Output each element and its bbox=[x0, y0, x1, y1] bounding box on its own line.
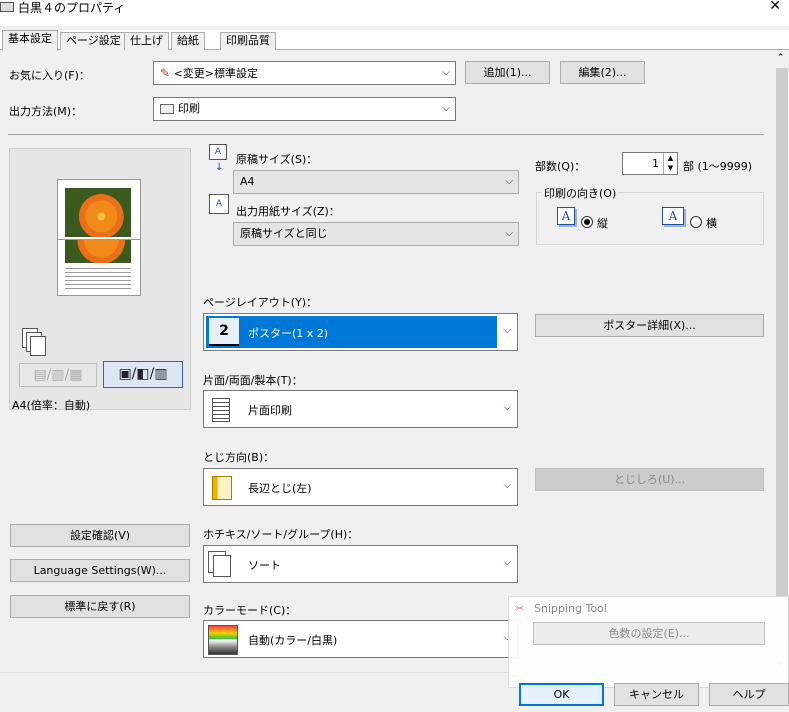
ok-button[interactable]: OK bbox=[519, 683, 604, 706]
chevron-down-icon: ⌵ bbox=[503, 557, 511, 568]
preview-photo-bottom bbox=[65, 240, 131, 263]
portrait-radio[interactable] bbox=[581, 216, 593, 228]
color-auto-icon bbox=[208, 625, 238, 655]
close-icon[interactable]: ✕ bbox=[769, 0, 781, 14]
tab-paper-feed[interactable]: 給紙 bbox=[171, 32, 205, 50]
color-mode-select[interactable]: 自動(カラー/白黒) ⌵ bbox=[203, 620, 518, 658]
scroll-up-icon[interactable]: ⌃ bbox=[777, 53, 785, 63]
landscape-radio[interactable] bbox=[690, 216, 702, 228]
poster-layout-icon: 2 bbox=[209, 318, 239, 346]
help-button[interactable]: ヘルプ bbox=[709, 683, 789, 706]
page-layout-value: ポスター(1 x 2) bbox=[248, 327, 329, 340]
landscape-label: 横 bbox=[706, 217, 717, 230]
landscape-icon: A bbox=[662, 207, 684, 225]
paper-size-value: 原稿サイズと同じ bbox=[240, 227, 328, 240]
orientation-label: 印刷の向き(O) bbox=[542, 185, 619, 201]
add-favorite-button[interactable]: 追加(1)... bbox=[465, 61, 550, 84]
preview-photo-top bbox=[65, 188, 131, 237]
output-paper-icon: A bbox=[209, 194, 229, 214]
language-settings-button[interactable]: Language Settings(W)... bbox=[10, 559, 190, 582]
page-layout-highlight: 2 ポスター(1 x 2) bbox=[206, 316, 497, 348]
chevron-down-icon: ⌵ bbox=[503, 325, 511, 336]
color-count-button[interactable]: 色数の設定(E)... bbox=[533, 622, 765, 645]
tab-print-quality[interactable]: 印刷品質 bbox=[220, 32, 276, 50]
color-mode-value: 自動(カラー/白黒) bbox=[248, 634, 338, 647]
finishing-label: ホチキス/ソート/グループ(H)： bbox=[203, 528, 359, 541]
copies-label: 部数(Q)： bbox=[535, 160, 586, 173]
duplex-select[interactable]: 片面印刷 ⌵ bbox=[203, 390, 518, 428]
paper-size-select[interactable]: 原稿サイズと同じ ⌵ bbox=[233, 222, 519, 246]
binding-label: とじ方向(B)： bbox=[203, 451, 275, 464]
color-mode-icons[interactable]: ▣/◧/▥ bbox=[103, 361, 183, 388]
page-layout-label: ページレイアウト(Y)： bbox=[203, 296, 318, 309]
window-title: 白黒４のプロパティ bbox=[18, 1, 126, 15]
snipping-tool-icon: ✂ bbox=[515, 602, 525, 615]
tab-finishing[interactable]: 仕上げ bbox=[124, 32, 169, 50]
spin-arrows-icon[interactable]: ▲ ▼ bbox=[663, 153, 677, 174]
snipping-tool-overlay: ✂ Snipping Tool 色数の設定(E)... bbox=[508, 596, 789, 688]
binding-value: 長辺とじ(左) bbox=[248, 482, 312, 495]
tab-bar: 基本設定 ページ設定 仕上げ 給紙 印刷品質 bbox=[0, 30, 789, 51]
preview-text-lines bbox=[65, 265, 131, 291]
separator bbox=[8, 134, 764, 135]
pencil-icon: ✎ bbox=[160, 66, 171, 80]
cancel-button[interactable]: キャンセル bbox=[614, 683, 699, 706]
tab-page-setup[interactable]: ページ設定 bbox=[60, 32, 127, 50]
original-size-value: A4 bbox=[240, 175, 255, 188]
long-edge-binding-icon bbox=[212, 476, 232, 500]
reset-default-button[interactable]: 標準に戻す(R) bbox=[10, 595, 190, 618]
snipping-tool-title: Snipping Tool bbox=[534, 602, 607, 615]
chevron-down-icon: ⌵ bbox=[503, 480, 511, 491]
confirm-settings-button[interactable]: 設定確認(V) bbox=[10, 524, 190, 547]
single-side-icon bbox=[212, 398, 230, 422]
chevron-down-icon: ⌵ bbox=[503, 402, 511, 413]
original-size-icon: A ↓ bbox=[209, 144, 229, 174]
original-size-label: 原稿サイズ(S)： bbox=[236, 153, 318, 166]
copies-value: 1 bbox=[652, 157, 659, 170]
output-method-value: 印刷 bbox=[178, 102, 200, 115]
favorites-label: お気に入り(F)： bbox=[9, 69, 90, 82]
chevron-down-icon: ⌵ bbox=[442, 103, 450, 114]
poster-detail-button[interactable]: ポスター詳細(X)... bbox=[535, 314, 764, 337]
color-mode-label: カラーモード(C)： bbox=[203, 604, 297, 617]
copies-stepper[interactable]: 1 ▲ ▼ bbox=[622, 152, 678, 175]
finishing-value: ソート bbox=[248, 559, 281, 572]
paper-size-label: 出力用紙サイズ(Z)： bbox=[236, 205, 340, 218]
printer-icon bbox=[0, 2, 14, 12]
original-size-select[interactable]: A4 ⌵ bbox=[233, 170, 519, 194]
favorites-value: <変更>標準設定 bbox=[173, 67, 258, 80]
portrait-icon: A bbox=[557, 207, 575, 225]
output-method-label: 出力方法(M)： bbox=[9, 105, 83, 118]
binding-select[interactable]: 長辺とじ(左) ⌵ bbox=[203, 468, 518, 506]
edit-favorite-button[interactable]: 編集(2)... bbox=[560, 61, 645, 84]
title-bar: 白黒４のプロパティ ✕ bbox=[0, 0, 789, 26]
chevron-down-icon: ⌵ bbox=[505, 176, 513, 187]
copies-stack-icon bbox=[22, 328, 48, 358]
chevron-down-icon: ⌵ bbox=[442, 67, 450, 78]
copies-unit: 部 (1～9999) bbox=[683, 160, 753, 173]
layout-mode-icons-disabled: ▤/▥/▦ bbox=[19, 363, 97, 387]
output-method-select[interactable]: 印刷 ⌵ bbox=[153, 97, 456, 121]
finishing-select[interactable]: ソート ⌵ bbox=[203, 545, 518, 583]
printer-small-icon bbox=[160, 104, 174, 114]
tab-basic[interactable]: 基本設定 bbox=[2, 30, 58, 51]
preview-caption: A4(倍率：自動) bbox=[12, 399, 91, 412]
duplex-label: 片面/両面/製本(T)： bbox=[203, 374, 303, 387]
scrollbar-thumb[interactable] bbox=[776, 68, 788, 640]
binding-margin-button[interactable]: とじしろ(U)... bbox=[535, 468, 764, 491]
sort-icon bbox=[208, 551, 236, 577]
chevron-down-icon: ⌵ bbox=[505, 228, 513, 239]
duplex-value: 片面印刷 bbox=[248, 404, 292, 417]
favorites-select[interactable]: ✎ <変更>標準設定 ⌵ bbox=[153, 61, 456, 85]
page-layout-select[interactable]: 2 ポスター(1 x 2) ⌵ bbox=[203, 313, 518, 351]
preview-page bbox=[57, 179, 141, 296]
portrait-label: 縦 bbox=[597, 217, 608, 230]
